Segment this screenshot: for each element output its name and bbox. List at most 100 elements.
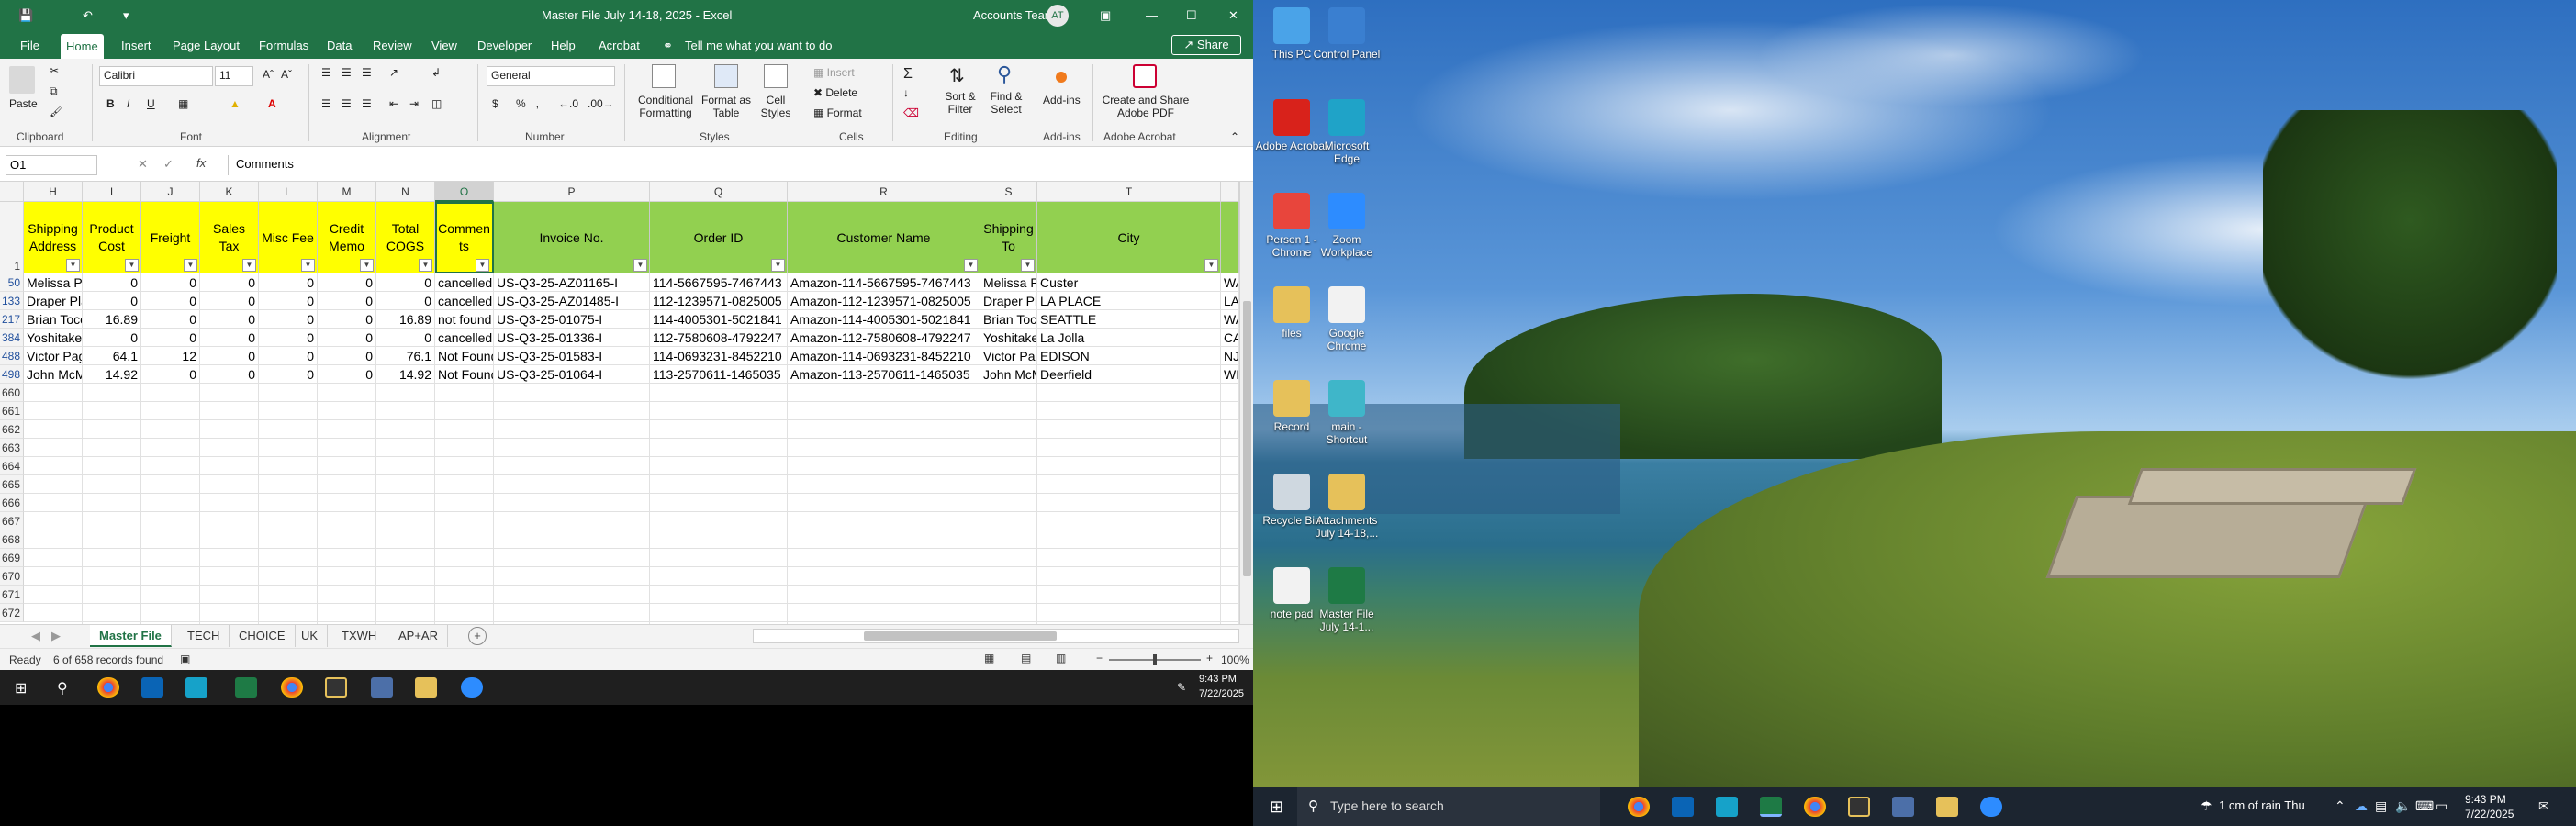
clear-icon[interactable]: ⌫ [903,106,919,119]
font-name-box[interactable]: Calibri [99,66,213,86]
battery-icon[interactable]: ▭ [2436,798,2447,814]
start-icon[interactable]: ⊞ [15,679,27,698]
outlook-icon[interactable] [141,677,163,698]
calculator-icon[interactable] [371,677,393,698]
desktop-icon[interactable]: Master File July 14-1... [1310,567,1383,633]
minimize-icon[interactable]: — [1146,8,1158,22]
notification-icon[interactable]: ✉ [2538,798,2549,814]
column-header-p[interactable]: P [494,182,650,202]
grow-font-icon[interactable]: Aˆ [263,68,274,81]
fill-icon[interactable]: ↓ [903,86,909,99]
cell-j[interactable]: 12 [141,347,200,365]
font-size-box[interactable]: 11 [215,66,253,86]
cell-n[interactable]: 0 [376,292,435,310]
confirm-entry-icon[interactable]: ✓ [163,157,174,172]
cell-t[interactable]: Custer [1037,273,1221,292]
cell-h[interactable]: Melissa Pe [24,273,83,292]
desktop-icon[interactable]: main - Shortcut [1310,380,1383,446]
cell-i[interactable]: 14.92 [83,365,141,384]
cell-h[interactable]: Draper Pla [24,292,83,310]
cell-s[interactable]: Draper Pla [980,292,1037,310]
cell-h[interactable]: Yoshitake [24,329,83,347]
cell-t[interactable]: La Jolla [1037,329,1221,347]
autosum-icon[interactable]: Σ [903,66,913,83]
cell-k[interactable]: 0 [200,347,259,365]
sheet-tab-uk[interactable]: UK [292,625,329,647]
column-header-t[interactable]: T [1037,182,1221,202]
cell-r[interactable]: Amazon-113-2570611-1465035 [788,365,980,384]
sticky-notes-icon[interactable] [325,677,347,698]
language-icon[interactable]: ⌨ [2415,798,2434,814]
tell-me-search[interactable]: Tell me what you want to do [679,38,837,56]
tab-acrobat[interactable]: Acrobat [593,38,645,56]
search-icon[interactable]: ⚲ [57,679,68,698]
cell-t[interactable]: LA PLACE [1037,292,1221,310]
select-all-corner[interactable] [0,182,24,202]
format-as-table-button[interactable]: Format as Table [698,94,755,119]
cell-s[interactable]: John McM [980,365,1037,384]
cell-i[interactable]: 0 [83,292,141,310]
cell-s[interactable]: Yoshitake [980,329,1037,347]
merge-center-icon[interactable]: ◫ [431,97,442,110]
filter-dropdown-icon[interactable]: ▼ [771,259,785,272]
cell-j[interactable]: 0 [141,273,200,292]
column-header-k[interactable]: K [200,182,259,202]
italic-button[interactable]: I [127,97,129,110]
row-header[interactable]: 488 [0,347,24,365]
cell-q[interactable]: 112-1239571-0825005 [650,292,788,310]
cell-p[interactable]: US-Q3-25-01064-I [494,365,650,384]
macro-record-icon[interactable]: ▣ [180,653,190,665]
sheet-tab-txwh[interactable]: TXWH [332,625,387,647]
excel-taskbar-icon[interactable] [1760,797,1782,817]
row-header[interactable]: 664 [0,457,24,475]
chrome-icon[interactable] [97,677,119,698]
zoom-slider-thumb[interactable] [1153,654,1157,665]
page-layout-view-icon[interactable]: ▤ [1021,652,1031,664]
row-header[interactable]: 133 [0,292,24,310]
align-center-icon[interactable]: ☰ [342,97,352,110]
row-header[interactable]: 670 [0,567,24,586]
cell-n[interactable]: 16.89 [376,310,435,329]
header-city[interactable]: City [1037,202,1221,273]
zoom-in-icon[interactable]: + [1206,652,1213,664]
row-header[interactable]: 663 [0,439,24,457]
cell-l[interactable]: 0 [259,329,318,347]
row-header[interactable]: 662 [0,420,24,439]
cell-q[interactable]: 114-5667595-7467443 [650,273,788,292]
undo-icon[interactable]: ↶ [83,8,93,23]
tab-formulas[interactable]: Formulas [253,38,314,56]
filter-dropdown-icon[interactable]: ▼ [66,259,80,272]
name-box[interactable]: O1 [6,155,97,175]
start-icon[interactable]: ⊞ [1270,798,1283,817]
align-top-icon[interactable]: ☰ [321,66,331,79]
search-placeholder[interactable]: Type here to search [1330,798,1444,813]
find-icon[interactable]: ⚲ [997,62,1012,86]
cell-o[interactable]: not found [435,310,494,329]
cell-o[interactable]: Not Found [435,365,494,384]
next-sheet-icon[interactable]: ▶ [51,629,61,643]
filter-dropdown-icon[interactable]: ▼ [242,259,256,272]
conditional-formatting-button[interactable]: Conditional Formatting [633,94,698,119]
cell-n[interactable]: 14.92 [376,365,435,384]
tab-review[interactable]: Review [367,38,418,56]
weather-icon[interactable]: ☂ [2201,798,2212,814]
outlook-icon[interactable] [1672,797,1694,817]
network-icon[interactable]: ▤ [2375,798,2387,814]
row-header[interactable]: 669 [0,549,24,567]
cell-k[interactable]: 0 [200,365,259,384]
align-bottom-icon[interactable]: ☰ [362,66,372,79]
taskbar-search-box[interactable]: ⚲ Type here to search [1297,787,1600,826]
edge-icon[interactable] [185,677,207,698]
row-header[interactable]: 384 [0,329,24,347]
cell-o[interactable]: Not Found [435,347,494,365]
filter-dropdown-icon[interactable]: ▼ [360,259,374,272]
calculator-icon[interactable] [1892,797,1914,817]
filter-dropdown-icon[interactable]: ▼ [301,259,315,272]
fill-color-icon[interactable]: ▲ [230,97,241,110]
align-left-icon[interactable]: ☰ [321,97,331,110]
show-hidden-icons[interactable]: ⌃ [2335,798,2346,814]
filter-dropdown-icon[interactable]: ▼ [184,259,197,272]
maximize-icon[interactable]: ☐ [1186,8,1197,23]
cell-h[interactable]: Victor Pag [24,347,83,365]
column-header-n[interactable]: N [376,182,435,202]
